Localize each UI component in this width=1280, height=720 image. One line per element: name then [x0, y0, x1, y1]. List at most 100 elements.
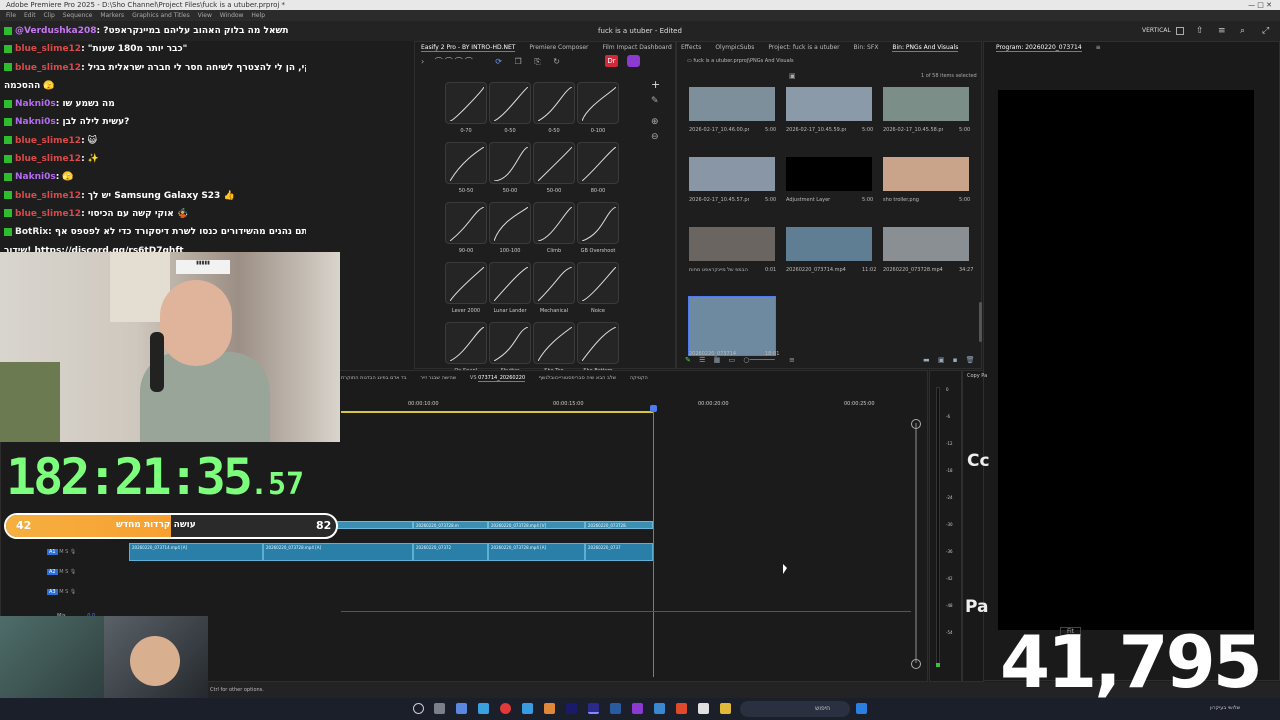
audio-clip[interactable]: 20260220_073728.mp4 [A]: [488, 543, 585, 561]
window-controls[interactable]: — □ ✕: [1248, 0, 1272, 10]
after-effects-icon[interactable]: [566, 703, 577, 714]
search-box[interactable]: חיפוש: [740, 701, 850, 717]
list-view-icon[interactable]: ☰: [699, 356, 705, 364]
menu-file[interactable]: File: [6, 12, 16, 19]
video-clip[interactable]: 20260220_073728.m: [413, 521, 488, 529]
zoom-handle-top[interactable]: [911, 419, 921, 429]
menu-edit[interactable]: Edit: [24, 12, 36, 19]
brave-icon[interactable]: [676, 703, 687, 714]
menu-help[interactable]: Help: [251, 12, 265, 19]
easing-curve-tile[interactable]: [577, 262, 619, 304]
track-label[interactable]: A2: [47, 569, 58, 575]
clear-icon[interactable]: ▪: [953, 356, 958, 364]
blender-icon[interactable]: [544, 703, 555, 714]
telegram-icon[interactable]: [654, 703, 665, 714]
pencil-icon[interactable]: ✎: [685, 356, 691, 364]
chrome-icon[interactable]: [500, 703, 511, 714]
trash-icon[interactable]: 🗑: [966, 356, 975, 364]
chat-username[interactable]: blue_slime12: [15, 154, 81, 164]
zoom-handle-bottom[interactable]: [911, 659, 921, 669]
bin-thumbnail[interactable]: [786, 87, 872, 121]
timeline-vertical-scrollbar[interactable]: [913, 421, 919, 665]
new-item-icon[interactable]: ▬: [923, 356, 930, 364]
menu-icon[interactable]: ≡: [1218, 21, 1226, 41]
chat-username[interactable]: blue_slime12: [15, 136, 81, 146]
bin-thumbnail[interactable]: [688, 296, 776, 356]
tab-premiere-composer[interactable]: Premiere Composer: [529, 44, 588, 51]
chat-username[interactable]: Nakni0s: [15, 172, 56, 182]
audio-clip[interactable]: 20260220_073714.mp4 [A]: [129, 543, 263, 561]
menu-window[interactable]: Window: [220, 12, 244, 19]
program-video[interactable]: [998, 90, 1254, 630]
easing-curve-tile[interactable]: [489, 262, 531, 304]
chat-username[interactable]: BotRix: [15, 227, 48, 237]
new-bin-icon[interactable]: ▣: [789, 72, 796, 80]
bin-thumbnail[interactable]: [689, 157, 775, 191]
share-icon[interactable]: ⇧: [1196, 21, 1204, 41]
chat-username[interactable]: Nakni0s: [15, 99, 56, 109]
bin-thumbnail[interactable]: [786, 157, 872, 191]
easing-curve-tile[interactable]: [577, 322, 619, 364]
easing-curve-tile[interactable]: [489, 82, 531, 124]
chat-username[interactable]: blue_slime12: [15, 191, 81, 201]
easing-curve-tile[interactable]: [489, 322, 531, 364]
tab-sequence-active[interactable]: 20260220_073714: [478, 375, 526, 382]
app-icon[interactable]: [456, 703, 467, 714]
tab-easify[interactable]: Easify 2 Pro - BY INTRO-HD.NET: [421, 44, 516, 52]
side-tab[interactable]: Copy Pa: [967, 373, 987, 379]
chat-username[interactable]: Nakni0s: [15, 117, 56, 127]
playhead-handle[interactable]: [650, 405, 657, 412]
vscode-icon[interactable]: [478, 703, 489, 714]
copy-icon[interactable]: ❐: [515, 57, 522, 66]
freeform-view-icon[interactable]: ▭: [728, 356, 735, 364]
easing-curve-tile[interactable]: [445, 82, 487, 124]
sort-icon[interactable]: ≡: [789, 356, 795, 364]
workspace-icon[interactable]: [1176, 27, 1184, 35]
easing-curve-tile[interactable]: [577, 82, 619, 124]
bin-thumbnail[interactable]: [786, 227, 872, 261]
expand-icon[interactable]: ⤢: [1262, 21, 1269, 41]
easing-curve-tile[interactable]: [445, 142, 487, 184]
track-label[interactable]: A3: [47, 589, 58, 595]
easing-curve-tile[interactable]: [533, 82, 575, 124]
word-icon[interactable]: [610, 703, 621, 714]
easing-curve-tile[interactable]: [533, 322, 575, 364]
icon-view-icon[interactable]: ▦: [714, 356, 721, 364]
menu-sequence[interactable]: Sequence: [63, 12, 93, 19]
new-folder-icon[interactable]: ▣: [938, 356, 945, 364]
bin-thumbnail[interactable]: [883, 157, 969, 191]
tab-project[interactable]: Project: fuck is a utuber: [768, 44, 839, 51]
easing-curve-tile[interactable]: [445, 322, 487, 364]
bin-thumbnail[interactable]: [689, 227, 775, 261]
easing-curve-tile[interactable]: [533, 142, 575, 184]
search-icon[interactable]: ⌕: [1240, 21, 1245, 41]
zoom-slider[interactable]: ○──────: [743, 356, 774, 364]
video-clip[interactable]: 20260220_073728.mp4 [V]: [488, 521, 585, 529]
menu-markers[interactable]: Markers: [100, 12, 124, 19]
calendar-icon[interactable]: [698, 703, 709, 714]
rotate-icon[interactable]: ↻: [553, 57, 560, 66]
audio-clip[interactable]: 20260220_07372: [413, 543, 488, 561]
track-label[interactable]: A1: [47, 549, 58, 555]
easing-curve-tile[interactable]: [533, 202, 575, 244]
chat-username[interactable]: blue_slime12: [15, 63, 81, 73]
paste-icon[interactable]: ⎘: [534, 57, 540, 66]
easing-presets-icon[interactable]: ⌒⌒⌒⌒: [435, 57, 475, 66]
workspace-label[interactable]: VERTICAL: [1142, 21, 1171, 41]
zoom-in-icon[interactable]: ⊕: [651, 117, 659, 127]
plugin-icon[interactable]: [627, 55, 640, 67]
add-icon[interactable]: +: [651, 78, 660, 91]
premiere-icon[interactable]: [588, 703, 599, 714]
bin-thumbnail[interactable]: [883, 227, 969, 261]
playhead[interactable]: [653, 407, 654, 677]
dr-plugin-icon[interactable]: Dr: [605, 55, 618, 67]
tab-bin-sfx[interactable]: Bin: SFX: [854, 44, 879, 51]
chat-username[interactable]: blue_slime12: [15, 44, 81, 54]
tab-film-impact[interactable]: Film Impact Dashboard: [602, 44, 671, 51]
easing-curve-tile[interactable]: [489, 202, 531, 244]
bin-scrollbar[interactable]: [979, 302, 982, 342]
easing-curve-tile[interactable]: [577, 142, 619, 184]
easing-curve-tile[interactable]: [533, 262, 575, 304]
refresh-icon[interactable]: ⟳: [495, 57, 502, 66]
audio-clip[interactable]: 20260220_0737: [585, 543, 653, 561]
